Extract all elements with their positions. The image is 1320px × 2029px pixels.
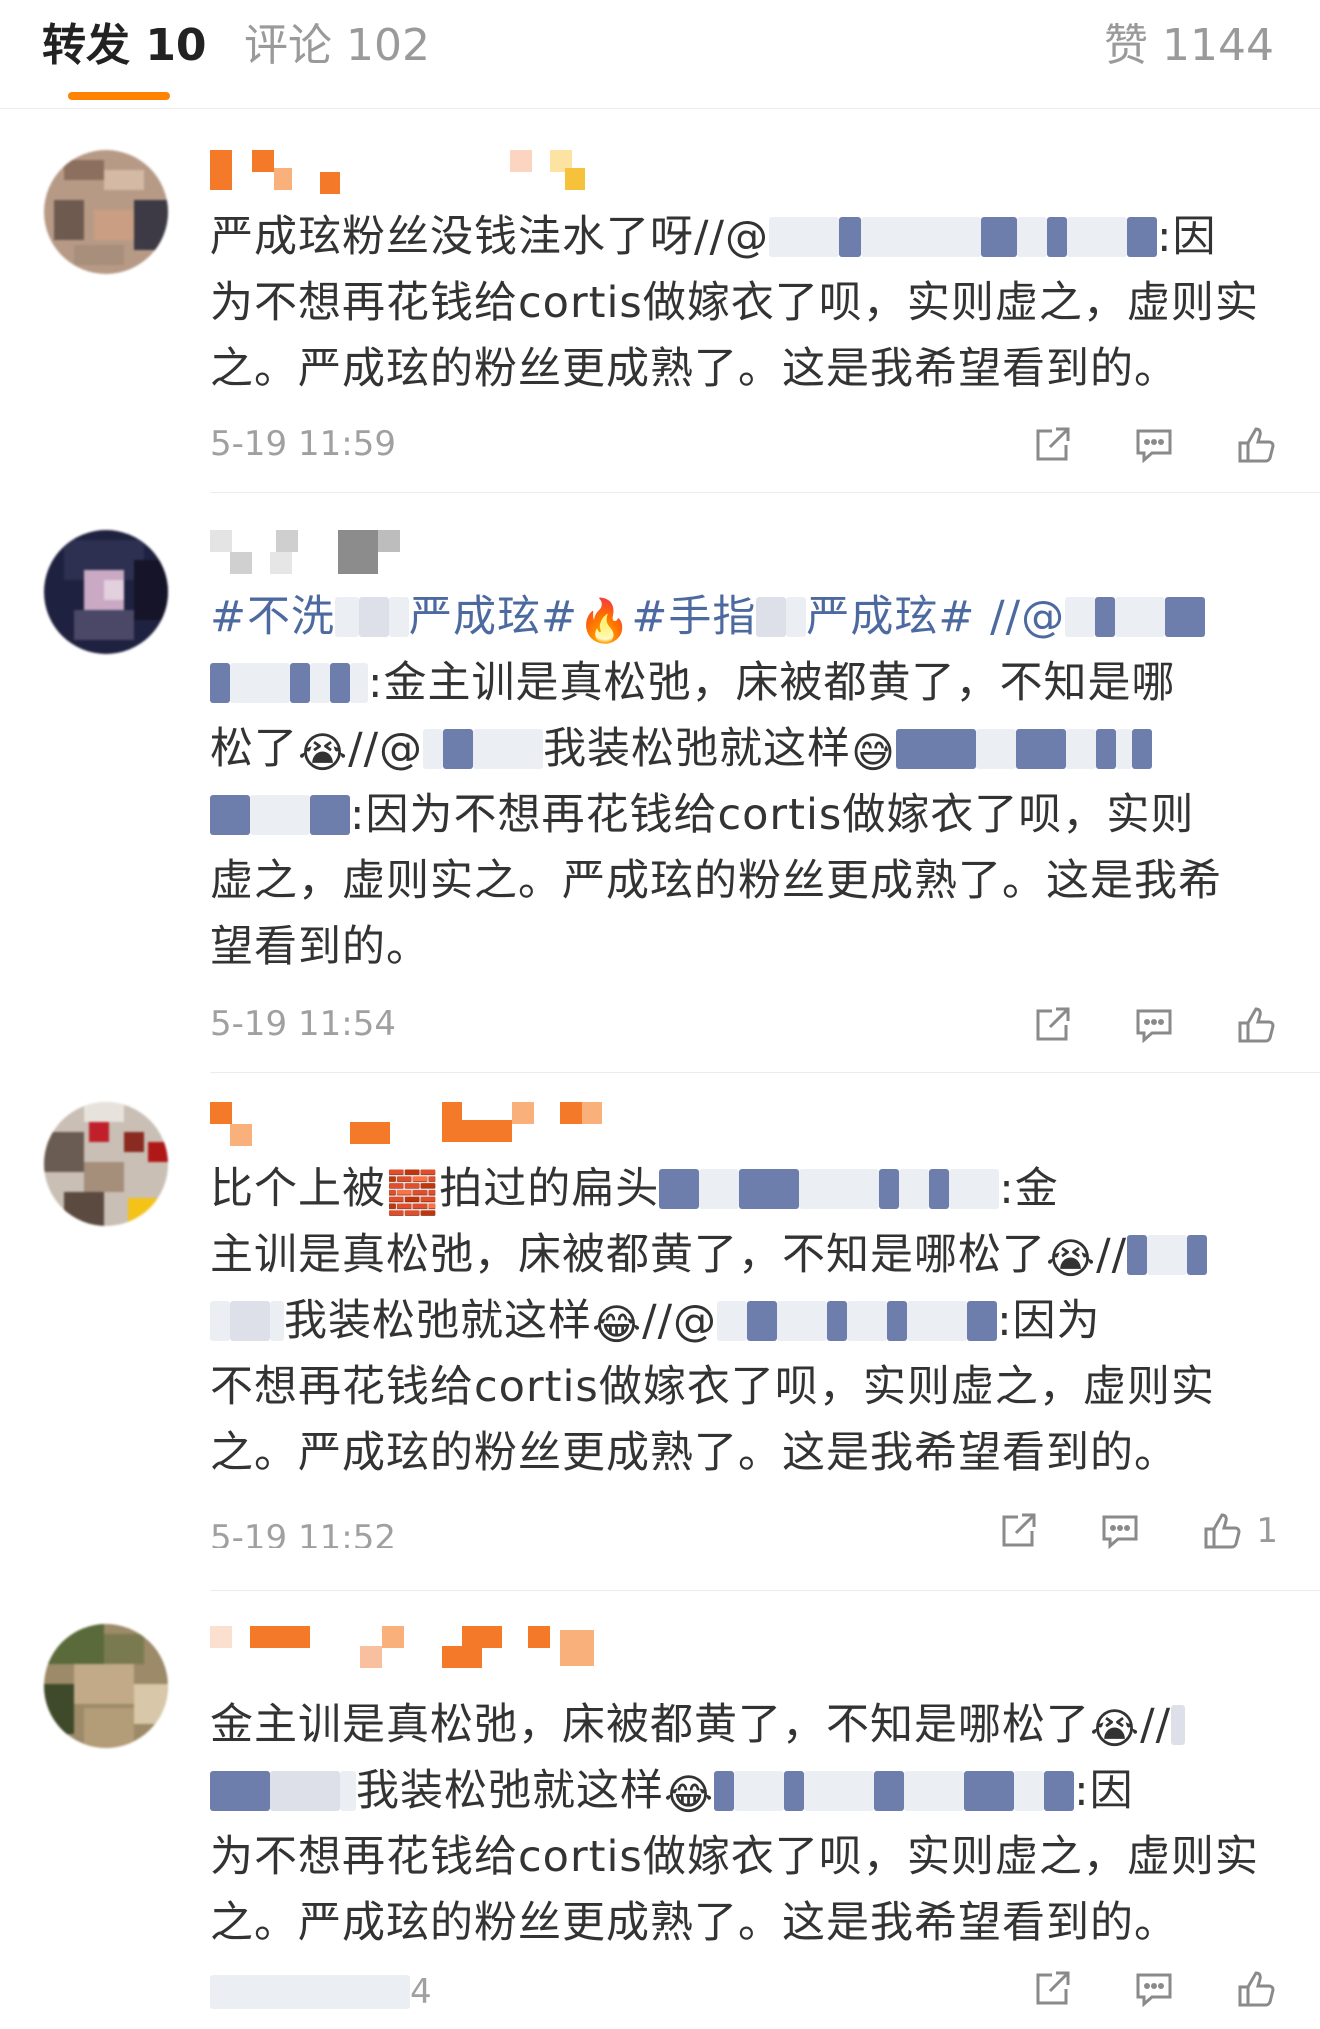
laughing-crying-emoji: 😭: [1090, 1704, 1141, 1753]
repost-content: 严成玹粉丝没钱洼水了呀//@ :因 为不想再花钱给cortis做嫁衣了呗，实则虚之…: [210, 204, 1280, 402]
text-segment: :因: [1156, 212, 1217, 262]
grinning-squint-emoji: 😂: [592, 1300, 643, 1349]
comment-button[interactable]: [1098, 1509, 1142, 1553]
hashtag[interactable]: #手指: [631, 592, 756, 642]
action-bar: 1: [938, 1506, 1278, 1556]
avatar[interactable]: [44, 1102, 168, 1226]
text-segment: 拍过的扁头: [439, 1164, 660, 1214]
timestamp: 5-19 11:54: [210, 1004, 396, 1044]
text-segment: 主训是真松弛，床被都黄了，不知是哪松了: [210, 1230, 1046, 1280]
text-segment: //: [1096, 1230, 1128, 1280]
redacted-mention: [768, 217, 839, 257]
text-line: 虚之，虚则实之。严成玹的粉丝更成熟了。这是我希: [210, 856, 1222, 906]
text-line: 之。严成玹的粉丝更成熟了。这是我希望看到的。: [210, 1898, 1178, 1948]
repost-content: 比个上被🧱拍过的扁头 :金 主训是真松弛，床被都黄了，不知是哪松了😭// 我装松弛…: [210, 1156, 1280, 1486]
share-button[interactable]: [1030, 1967, 1074, 2011]
repost-content: 金主训是真松弛，床被都黄了，不知是哪松了😭// 我装松弛就这样😂 :因 为不想再花…: [210, 1692, 1280, 1956]
share-button[interactable]: [996, 1509, 1040, 1553]
comment-button[interactable]: [1132, 1967, 1176, 2011]
share-icon: [1002, 1513, 1036, 1547]
grinning-sweat-emoji: 😅: [851, 728, 896, 777]
like-count: 1: [1256, 1511, 1278, 1551]
share-icon: [1036, 1007, 1070, 1041]
timestamp: 5-19 11:52: [210, 1518, 396, 1548]
text-segment: :因为不想再花钱给cortis做嫁衣了呗，实则: [350, 790, 1195, 840]
like-icon: [1204, 1513, 1241, 1549]
active-tab-indicator: [68, 92, 170, 100]
text-segment: 我装松弛就这样: [356, 1766, 664, 1816]
divider: [210, 492, 1320, 493]
timestamp: 5-19 11:59: [210, 424, 396, 464]
repost-content: #不洗 严成玹#🔥#手指 严成玹# //@ :金主训是真松弛，床被都黄了，不知是哪 …: [210, 584, 1280, 980]
share-icon: [1036, 1971, 1070, 2005]
text-segment: //: [1140, 1700, 1172, 1750]
avatar[interactable]: [44, 530, 168, 654]
comment-icon: [1136, 1009, 1172, 1044]
comment-icon: [1136, 429, 1172, 464]
tab-repost[interactable]: 转发 10: [42, 16, 207, 76]
like-icon: [1238, 427, 1275, 463]
timestamp: 4: [210, 1972, 432, 2012]
grinning-squint-emoji: 😂: [664, 1770, 715, 1819]
text-line: 不想再花钱给cortis做嫁衣了呗，实则虚之，虚则实: [210, 1362, 1215, 1412]
brick-emoji: 🧱: [386, 1168, 440, 1217]
text-segment: 金主训是真松弛，床被都黄了，不知是哪松了: [210, 1700, 1090, 1750]
text-segment: 比个上被: [210, 1164, 386, 1214]
action-bar: [972, 1000, 1278, 1050]
like-button[interactable]: [1234, 1967, 1278, 2011]
share-icon: [1036, 427, 1070, 461]
text-segment: 松了: [210, 724, 298, 774]
text-line: 之。严成玹的粉丝更成熟了。这是我希望看到的。: [210, 344, 1178, 394]
comment-button[interactable]: [1132, 1003, 1176, 1047]
comment-icon: [1102, 1515, 1138, 1550]
tab-bar: 转发 10 评论 102 赞 1144: [0, 0, 1320, 109]
like-button[interactable]: [1234, 423, 1278, 467]
text-segment: :因: [1074, 1766, 1134, 1816]
text-line: 望看到的。: [210, 922, 430, 972]
text-segment: 严成玹粉丝没钱洼水了呀//@: [210, 212, 769, 262]
laughing-crying-emoji: 😭: [298, 728, 349, 777]
avatar[interactable]: [44, 1624, 168, 1748]
text-segment: //@: [642, 1296, 718, 1346]
text-segment: :因为: [997, 1296, 1101, 1346]
comment-button[interactable]: [1132, 423, 1176, 467]
text-line: 为不想再花钱给cortis做嫁衣了呗，实则虚之，虚则实: [210, 278, 1259, 328]
text-segment: :金: [999, 1164, 1059, 1214]
like-button[interactable]: 1: [1200, 1509, 1278, 1553]
hashtag[interactable]: 严成玹#: [409, 592, 578, 642]
share-button[interactable]: [1030, 423, 1074, 467]
text-line: 为不想再花钱给cortis做嫁衣了呗，实则虚之，虚则实: [210, 1832, 1259, 1882]
divider: [210, 1590, 1320, 1591]
like-icon: [1238, 1971, 1275, 2007]
action-bar: [972, 420, 1278, 470]
text-segment: 我装松弛就这样: [284, 1296, 592, 1346]
like-icon: [1238, 1007, 1275, 1043]
text-segment: 我装松弛就这样: [543, 724, 852, 774]
divider: [210, 1072, 1320, 1073]
text-segment: :金主训是真松弛，床被都黄了，不知是哪: [368, 658, 1176, 708]
text-segment: //@: [348, 724, 424, 774]
fire-icon: 🔥: [578, 596, 632, 645]
comment-icon: [1136, 1973, 1172, 2008]
timestamp-fragment: 4: [410, 1972, 432, 2012]
text-line: 之。严成玹的粉丝更成熟了。这是我希望看到的。: [210, 1428, 1178, 1478]
avatar[interactable]: [44, 150, 168, 274]
like-button[interactable]: [1234, 1003, 1278, 1047]
hashtag[interactable]: 严成玹# //@: [806, 592, 1065, 642]
tab-comment[interactable]: 评论 102: [244, 16, 430, 76]
laughing-crying-emoji: 😭: [1046, 1234, 1097, 1283]
tab-like[interactable]: 赞 1144: [1104, 16, 1274, 76]
action-bar: [972, 1964, 1278, 2014]
share-button[interactable]: [1030, 1003, 1074, 1047]
hashtag[interactable]: #不洗: [210, 592, 335, 642]
